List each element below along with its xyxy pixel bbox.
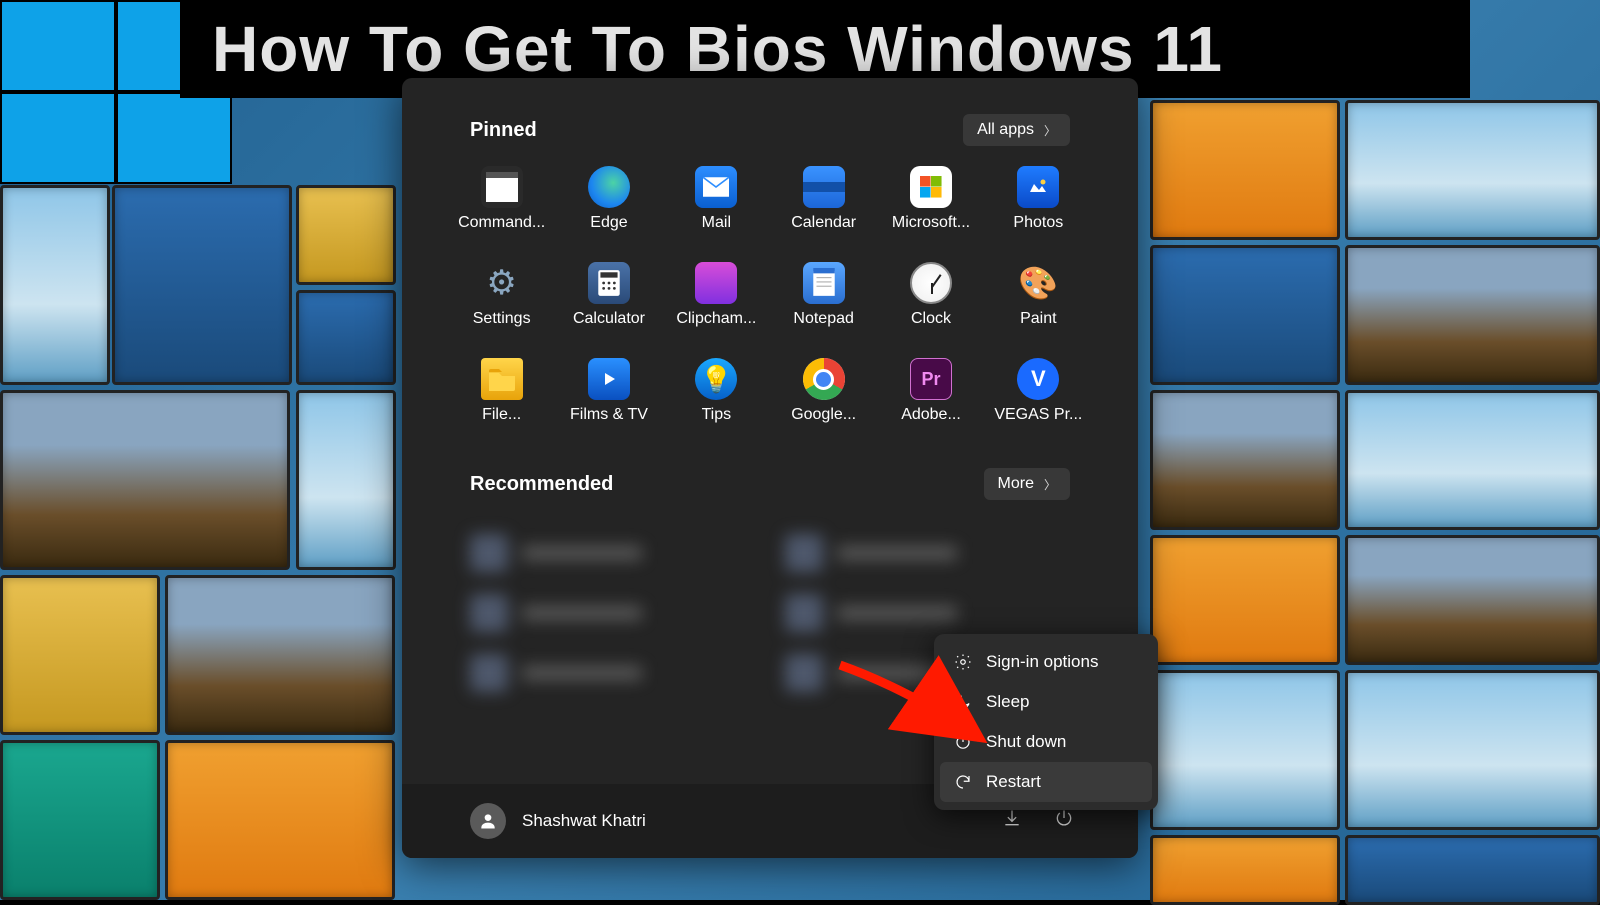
pinned-apps-grid: Command... Edge Mail Calendar Microsoft... Ph… [426,160,1114,430]
sleep-label: Sleep [986,692,1029,712]
all-apps-button[interactable]: All apps 〉 [963,114,1070,146]
app-label: Settings [473,310,531,328]
sign-in-options-label: Sign-in options [986,652,1098,672]
app-label: Notepad [793,310,854,328]
sleep-item[interactable]: Sleep [940,682,1152,722]
cmd-icon [481,166,523,208]
pinned-app-edge[interactable]: Edge [555,160,662,238]
chevron-right-icon: 〉 [1044,476,1056,493]
app-label: Command... [458,214,545,232]
app-label: Paint [1020,310,1056,328]
chrome-icon [803,358,845,400]
films-icon [588,358,630,400]
start-menu-panel: Pinned All apps 〉 Command... Edge Mail Cale… [402,78,1138,858]
app-label: Mail [702,214,731,232]
more-label: More [998,475,1034,493]
recommended-heading: Recommended [470,473,613,496]
sign-in-options-item[interactable]: Sign-in options [940,642,1152,682]
pinned-app-clip[interactable]: Clipcham... [663,256,770,334]
pinned-app-films[interactable]: Films & TV [555,352,662,430]
vegas-icon: V [1017,358,1059,400]
app-label: File... [482,406,521,424]
pinned-app-chrome[interactable]: Google... [770,352,877,430]
downloads-icon[interactable] [1002,808,1022,834]
shut-down-label: Shut down [986,732,1066,752]
pinned-app-calculator[interactable]: Calculator [555,256,662,334]
notepad-icon [803,262,845,304]
restart-item[interactable]: Restart [940,762,1152,802]
tips-icon: 💡 [695,358,737,400]
app-label: Tips [702,406,732,424]
user-account-button[interactable]: Shashwat Khatri [470,803,646,839]
avatar-icon [470,803,506,839]
app-label: Films & TV [570,406,648,424]
calendar-icon [803,166,845,208]
user-name: Shashwat Khatri [522,811,646,831]
mail-icon [695,166,737,208]
pinned-app-file[interactable]: File... [448,352,555,430]
pinned-heading: Pinned [470,119,537,142]
more-button[interactable]: More 〉 [984,468,1070,500]
pinned-app-vegas[interactable]: V VEGAS Pr... [985,352,1092,430]
pr-icon: Pr [910,358,952,400]
app-label: Calculator [573,310,645,328]
pinned-app-notepad[interactable]: Notepad [770,256,877,334]
app-label: VEGAS Pr... [994,406,1082,424]
pinned-app-paint[interactable]: 🎨 Paint [985,256,1092,334]
paint-icon: 🎨 [1017,262,1059,304]
pinned-app-calendar[interactable]: Calendar [770,160,877,238]
pinned-app-pr[interactable]: Pr Adobe... [877,352,984,430]
app-label: Calendar [791,214,856,232]
pinned-app-mail[interactable]: Mail [663,160,770,238]
photos-icon [1017,166,1059,208]
app-label: Adobe... [901,406,961,424]
restart-label: Restart [986,772,1041,792]
file-icon [481,358,523,400]
shut-down-item[interactable]: Shut down [940,722,1152,762]
pinned-app-store[interactable]: Microsoft... [877,160,984,238]
app-label: Photos [1013,214,1063,232]
pinned-app-gear[interactable]: ⚙ Settings [448,256,555,334]
edge-icon [588,166,630,208]
all-apps-label: All apps [977,121,1034,139]
clip-icon [695,262,737,304]
clock-icon [910,262,952,304]
pinned-app-tips[interactable]: 💡 Tips [663,352,770,430]
app-label: Clipcham... [676,310,756,328]
app-label: Edge [590,214,627,232]
chevron-right-icon: 〉 [1044,122,1056,139]
power-icon[interactable] [1054,808,1074,834]
pinned-app-cmd[interactable]: Command... [448,160,555,238]
pinned-app-photos[interactable]: Photos [985,160,1092,238]
app-label: Microsoft... [892,214,970,232]
pinned-app-clock[interactable]: Clock [877,256,984,334]
gear-icon: ⚙ [481,262,523,304]
app-label: Google... [791,406,856,424]
app-label: Clock [911,310,951,328]
banner-text: How To Get To Bios Windows 11 [212,12,1223,86]
power-context-menu: Sign-in options Sleep Shut down Restart [934,634,1158,810]
calculator-icon [588,262,630,304]
store-icon [910,166,952,208]
